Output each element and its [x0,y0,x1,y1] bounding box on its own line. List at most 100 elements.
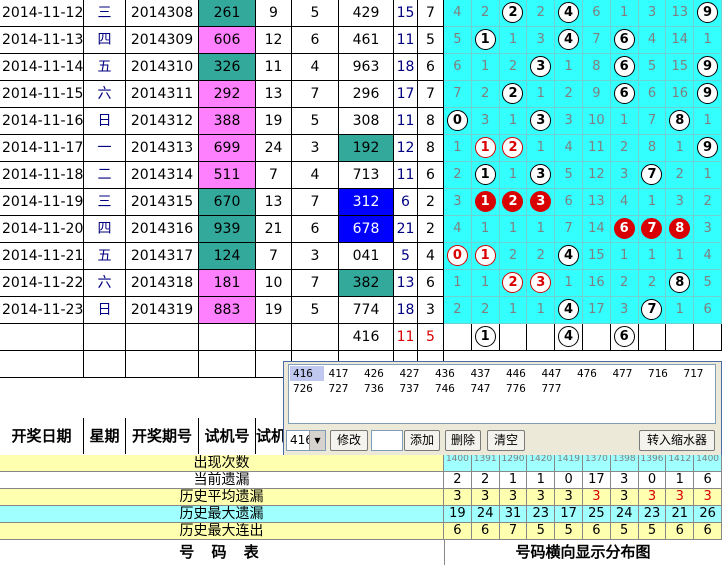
cell-s: 13 [394,270,418,297]
combo-item[interactable]: 737 [397,381,431,396]
cell-k: 7 [418,81,444,108]
cell-a: 19 [256,297,292,324]
combo-item[interactable]: 436 [432,366,466,381]
combo-select[interactable]: 416 ▼ [286,430,326,451]
combo-item[interactable]: 776 [503,381,537,396]
stats-value: 3 [444,489,472,506]
stats-value: 1 [527,472,556,489]
dist-cell: 4 [444,0,472,27]
hit-ball: 3 [530,191,552,212]
dist-cell: 4 [555,324,583,351]
cell-week: 六 [84,81,126,108]
hit-ball: 1 [474,191,496,212]
add-button[interactable]: 添加 [404,430,440,451]
stats-value: 1400 [694,455,722,472]
combo-popup: 416 417 426 427 436 437 446 447 476 477 716 717 726 7… [283,361,722,456]
stats-value: 1391 [471,455,500,472]
cell-a: 19 [256,108,292,135]
stats-value: 1 [666,472,695,489]
dist-cell: 1 [471,189,500,216]
combo-item[interactable]: 447 [539,366,573,381]
hit-ball: 4 [558,29,580,50]
combo-input[interactable] [371,430,403,451]
stats-value: 1 [499,472,528,489]
dist-cell: 1 [610,243,639,270]
combo-item[interactable]: 477 [610,366,644,381]
table-row: 2014-11-13 四 2014309 606 12 6 461 11 5 5 1 1 3 4 7 6 4 14… [0,27,722,54]
cell-draw: 429 [339,0,394,27]
dist-cell: 1 [471,162,500,189]
stats-value: 26 [694,506,722,523]
hit-ball: 2 [502,272,524,293]
combo-item[interactable]: 437 [468,366,502,381]
cell-k: 2 [418,216,444,243]
combo-item[interactable]: 746 [432,381,466,396]
dist-cell: 6 [444,54,472,81]
cell-b: 5 [292,108,339,135]
dist-cell: 1 [527,81,556,108]
cell-draw: 308 [339,108,394,135]
combo-item[interactable]: 476 [574,366,608,381]
stats-value: 31 [499,506,528,523]
cell-k: 6 [418,162,444,189]
dist-cell: 6 [638,81,667,108]
stats-label: 历史最大连出 [0,523,444,540]
hit-ball: 8 [669,218,691,239]
cell-s: 11 [394,108,418,135]
combo-item[interactable]: 427 [397,366,431,381]
cell-week [84,324,126,351]
cell-b: 6 [292,27,339,54]
hit-ball: 9 [697,2,719,23]
dist-cell: 2 [610,270,639,297]
cell-trial: 326 [199,54,256,81]
dist-cell: 4 [638,27,667,54]
combo-item[interactable]: 777 [539,381,573,396]
cell-week: 一 [84,135,126,162]
table-row: 2014-11-14 五 2014310 326 11 4 963 18 6 6 1 2 3 1 8 6 5 15… [0,54,722,81]
table-row: 2014-11-16 日 2014312 388 19 5 308 11 8 0 3 1 3 3 10 1 7 8… [0,108,722,135]
dist-cell: 9 [694,81,722,108]
chevron-down-icon[interactable]: ▼ [309,431,325,450]
combo-item[interactable]: 417 [326,366,360,381]
cell-k: 8 [418,108,444,135]
combo-list[interactable]: 416 417 426 427 436 437 446 447 476 477 716 717 726 7… [288,364,716,424]
dist-cell: 1 [471,54,500,81]
combo-item[interactable]: 416 [290,366,324,381]
stats-value: 21 [666,506,695,523]
clear-button[interactable]: 清空 [487,430,525,451]
combo-item[interactable]: 446 [503,366,537,381]
delete-button[interactable]: 删除 [445,430,481,451]
combo-item[interactable]: 726 [290,381,324,396]
combo-item[interactable]: 716 [645,366,679,381]
table-row: 2014-11-23 日 2014319 883 19 5 774 18 3 2 2 1 1 4 17 3 7 1… [0,297,722,324]
dist-cell: 4 [555,0,583,27]
footer-right: 号码横向显示分布图 [515,543,651,561]
cell-a: 21 [256,216,292,243]
combo-item[interactable]: 736 [361,381,395,396]
table-row: 2014-11-15 六 2014311 292 13 7 296 17 7 7 2 2 1 2 9 6 6 16… [0,81,722,108]
shrink-button[interactable]: 转入缩水器 [639,430,715,451]
dist-cell: 1 [471,324,500,351]
blank-cell [199,351,256,378]
cell-s: 15 [394,0,418,27]
stats-row: 当前遗漏 2 2 1 1 0 17 3 0 1 6 [0,472,722,489]
cell-a: 12 [256,27,292,54]
combo-item[interactable]: 426 [361,366,395,381]
cell-trial: 388 [199,108,256,135]
combo-item[interactable]: 717 [681,366,715,381]
cell-draw: 678 [339,216,394,243]
stats-value: 6 [694,523,722,540]
combo-item[interactable]: 747 [468,381,502,396]
stats-value: 6 [471,523,500,540]
dist-cell: 1 [499,162,528,189]
cell-s: 6 [394,189,418,216]
cell-draw: 296 [339,81,394,108]
modify-button[interactable]: 修改 [330,430,368,451]
stats-value: 3 [527,489,556,506]
hit-ball: 3 [530,164,552,185]
cell-trial: 181 [199,270,256,297]
cell-a: 7 [256,243,292,270]
combo-item[interactable]: 727 [326,381,360,396]
cell-s: 12 [394,135,418,162]
dist-cell: 15 [666,54,695,81]
